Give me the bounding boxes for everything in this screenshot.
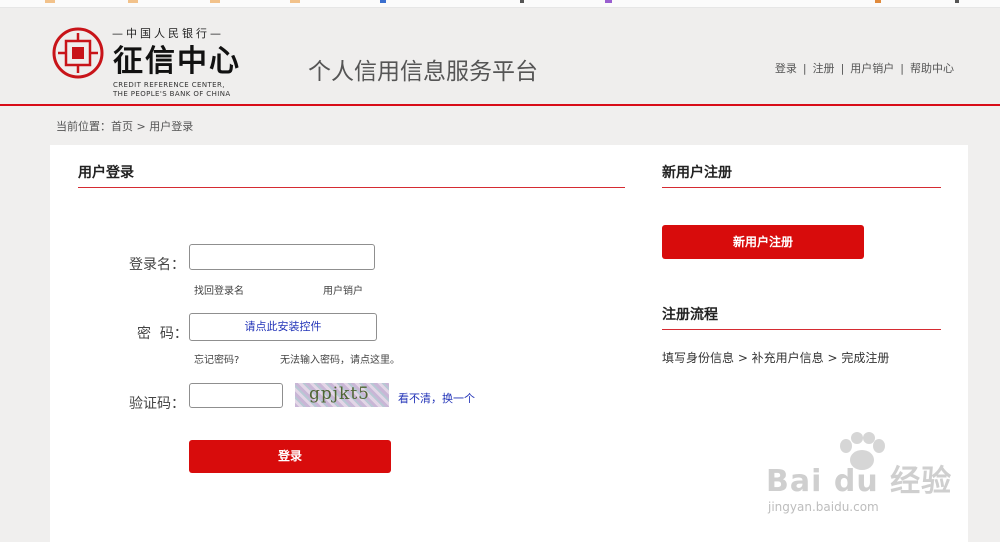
cancel-account-link[interactable]: 用户销户 [323, 282, 363, 297]
watermark-url: jingyan.baidu.com [768, 500, 879, 514]
username-label: 登录名： [129, 257, 185, 273]
username-input[interactable] [189, 244, 375, 270]
register-section-title: 新用户注册 [662, 165, 732, 181]
logo-english-line-2: THE PEOPLE'S BANK OF CHINA [113, 90, 231, 98]
login-section-title: 用户登录 [78, 165, 134, 181]
header-divider [0, 104, 1000, 106]
login-section-divider [78, 187, 625, 188]
nav-separator: | [802, 62, 807, 75]
breadcrumb: 当前位置：首页 > 用户登录 [56, 118, 193, 134]
logo-title: 征信中心 [113, 44, 241, 79]
nav-separator: | [900, 62, 904, 75]
register-flow-title: 注册流程 [662, 307, 718, 323]
password-label: 密 码： [137, 326, 188, 342]
find-username-link[interactable]: 找回登录名 [194, 282, 244, 297]
nav-login-link[interactable]: 登录 [775, 62, 797, 75]
platform-title: 个人信用信息服务平台 [308, 59, 538, 85]
password-install-control[interactable]: 请点此安装控件 [189, 313, 377, 341]
nav-help-link[interactable]: 帮助中心 [910, 62, 954, 75]
breadcrumb-home-link[interactable]: 首页 [111, 120, 133, 133]
watermark-text: Bai du 经验 [766, 464, 953, 499]
bookmark-bar-strip [0, 0, 1000, 8]
nav-register-link[interactable]: 注册 [813, 62, 835, 75]
captcha-image[interactable]: gpjkt5 [295, 383, 389, 407]
refresh-captcha-link[interactable]: 看不清，换一个 [398, 390, 475, 406]
breadcrumb-current: 用户登录 [149, 120, 194, 133]
captcha-label: 验证码： [129, 396, 185, 412]
register-flow-divider [662, 329, 941, 330]
site-header: —中国人民银行— 征信中心 CREDIT REFERENCE CENTER, T… [0, 8, 1000, 104]
logo-english-line-1: CREDIT REFERENCE CENTER, [113, 81, 225, 89]
new-user-register-button[interactable]: 新用户注册 [662, 225, 864, 259]
breadcrumb-separator: > [133, 120, 150, 133]
forgot-password-link[interactable]: 忘记密码? [194, 351, 239, 366]
register-flow-steps: 填写身份信息 > 补充用户信息 > 完成注册 [662, 351, 890, 365]
cannot-input-password-link[interactable]: 无法输入密码，请点这里。 [280, 351, 400, 366]
captcha-input[interactable] [189, 383, 283, 408]
top-nav: 登录 | 注册 | 用户销户 | 帮助中心 [775, 60, 954, 76]
baidu-watermark: Bai du 经验 jingyan.baidu.com [766, 432, 966, 522]
nav-separator: | [840, 62, 845, 75]
credit-center-emblem-icon [52, 27, 104, 79]
captcha-text: gpjkt5 [309, 384, 370, 404]
login-button[interactable]: 登录 [189, 440, 391, 473]
register-section-divider [662, 187, 941, 188]
nav-cancel-account-link[interactable]: 用户销户 [850, 62, 894, 75]
breadcrumb-prefix: 当前位置： [56, 120, 111, 133]
